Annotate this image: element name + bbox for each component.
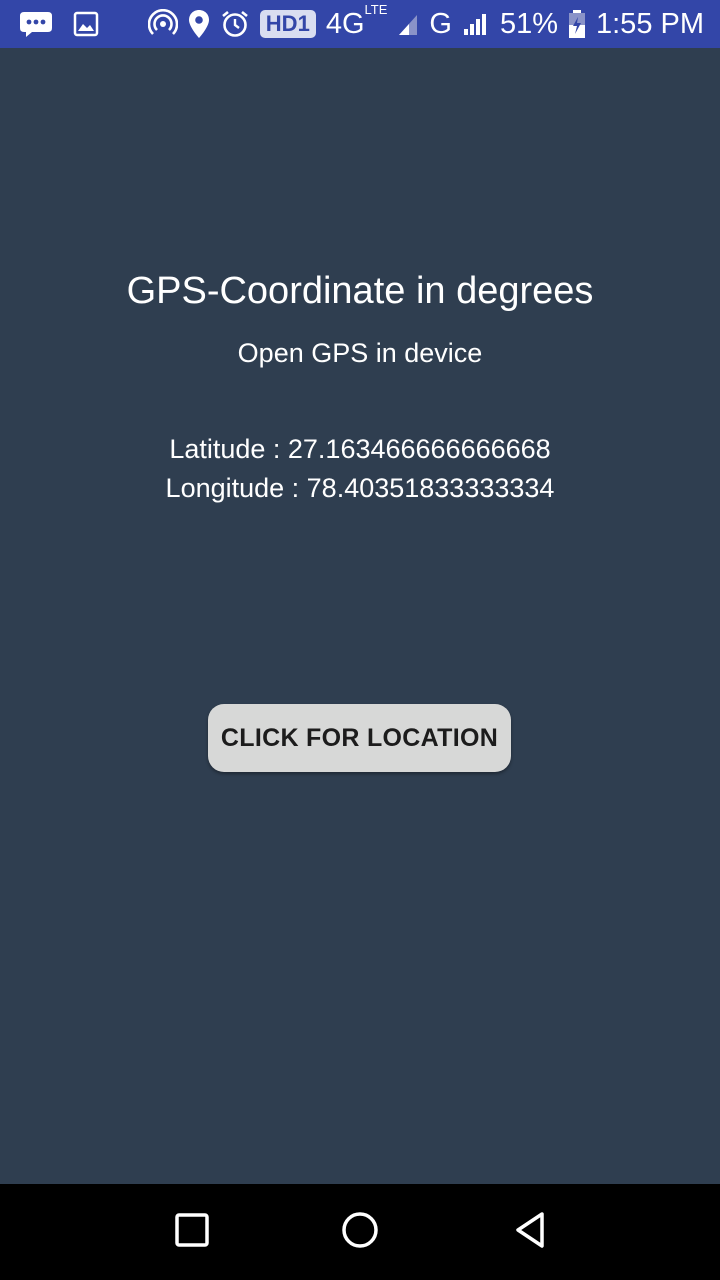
back-icon (510, 1210, 550, 1255)
home-button[interactable] (336, 1208, 384, 1256)
chat-bubble-icon (18, 9, 54, 39)
recent-apps-icon (172, 1210, 212, 1255)
notification-icons (18, 9, 100, 39)
navigation-bar (0, 1184, 720, 1280)
signal-bars-icon (462, 11, 490, 37)
location-pin-icon (188, 9, 210, 39)
lte-label: LTE (364, 1, 388, 17)
recent-apps-button[interactable] (168, 1208, 216, 1256)
battery-percentage: 51% (499, 7, 558, 40)
gps-instruction-text: Open GPS in device (237, 338, 483, 368)
clock-time: 1:55 PM (596, 7, 704, 40)
page-title: GPS-Coordinate in degrees (126, 270, 594, 312)
status-bar: HD1 4GLTE G 51% 1:55 PM (0, 0, 720, 48)
longitude-text: Longitude : 78.40351833333334 (165, 473, 555, 503)
latitude-text: Latitude : 27.163466666666668 (169, 434, 551, 464)
home-icon (340, 1210, 380, 1255)
get-location-button[interactable]: CLICK FOR LOCATION (208, 704, 511, 772)
alarm-clock-icon (220, 9, 250, 39)
hotspot-icon (147, 9, 178, 39)
battery-icon (568, 9, 586, 39)
signal-strength-icon (397, 11, 419, 37)
network-4g-label: 4GLTE (325, 1, 388, 40)
network-g-label: G (429, 7, 452, 40)
main-content: GPS-Coordinate in degrees Open GPS in de… (0, 48, 720, 1184)
back-button[interactable] (506, 1208, 554, 1256)
system-status: HD1 4GLTE G 51% 1:55 PM (147, 1, 704, 41)
image-icon (72, 10, 100, 38)
hd-voice-badge: HD1 (259, 10, 316, 38)
